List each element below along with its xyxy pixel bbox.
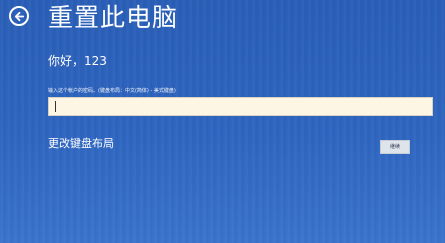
user-greeting: 你好，123 xyxy=(48,54,107,68)
text-caret xyxy=(55,101,56,112)
change-keyboard-layout-link[interactable]: 更改键盘布局 xyxy=(48,136,114,152)
back-arrow-icon xyxy=(14,11,24,21)
password-label: 输入这个帐户的密码。(键盘布局：中文(简体) - 美式键盘) xyxy=(48,88,176,94)
back-button[interactable] xyxy=(9,6,29,26)
password-input[interactable] xyxy=(48,97,433,116)
page-title: 重置此电脑 xyxy=(48,3,179,32)
continue-button[interactable]: 继续 xyxy=(380,140,410,154)
